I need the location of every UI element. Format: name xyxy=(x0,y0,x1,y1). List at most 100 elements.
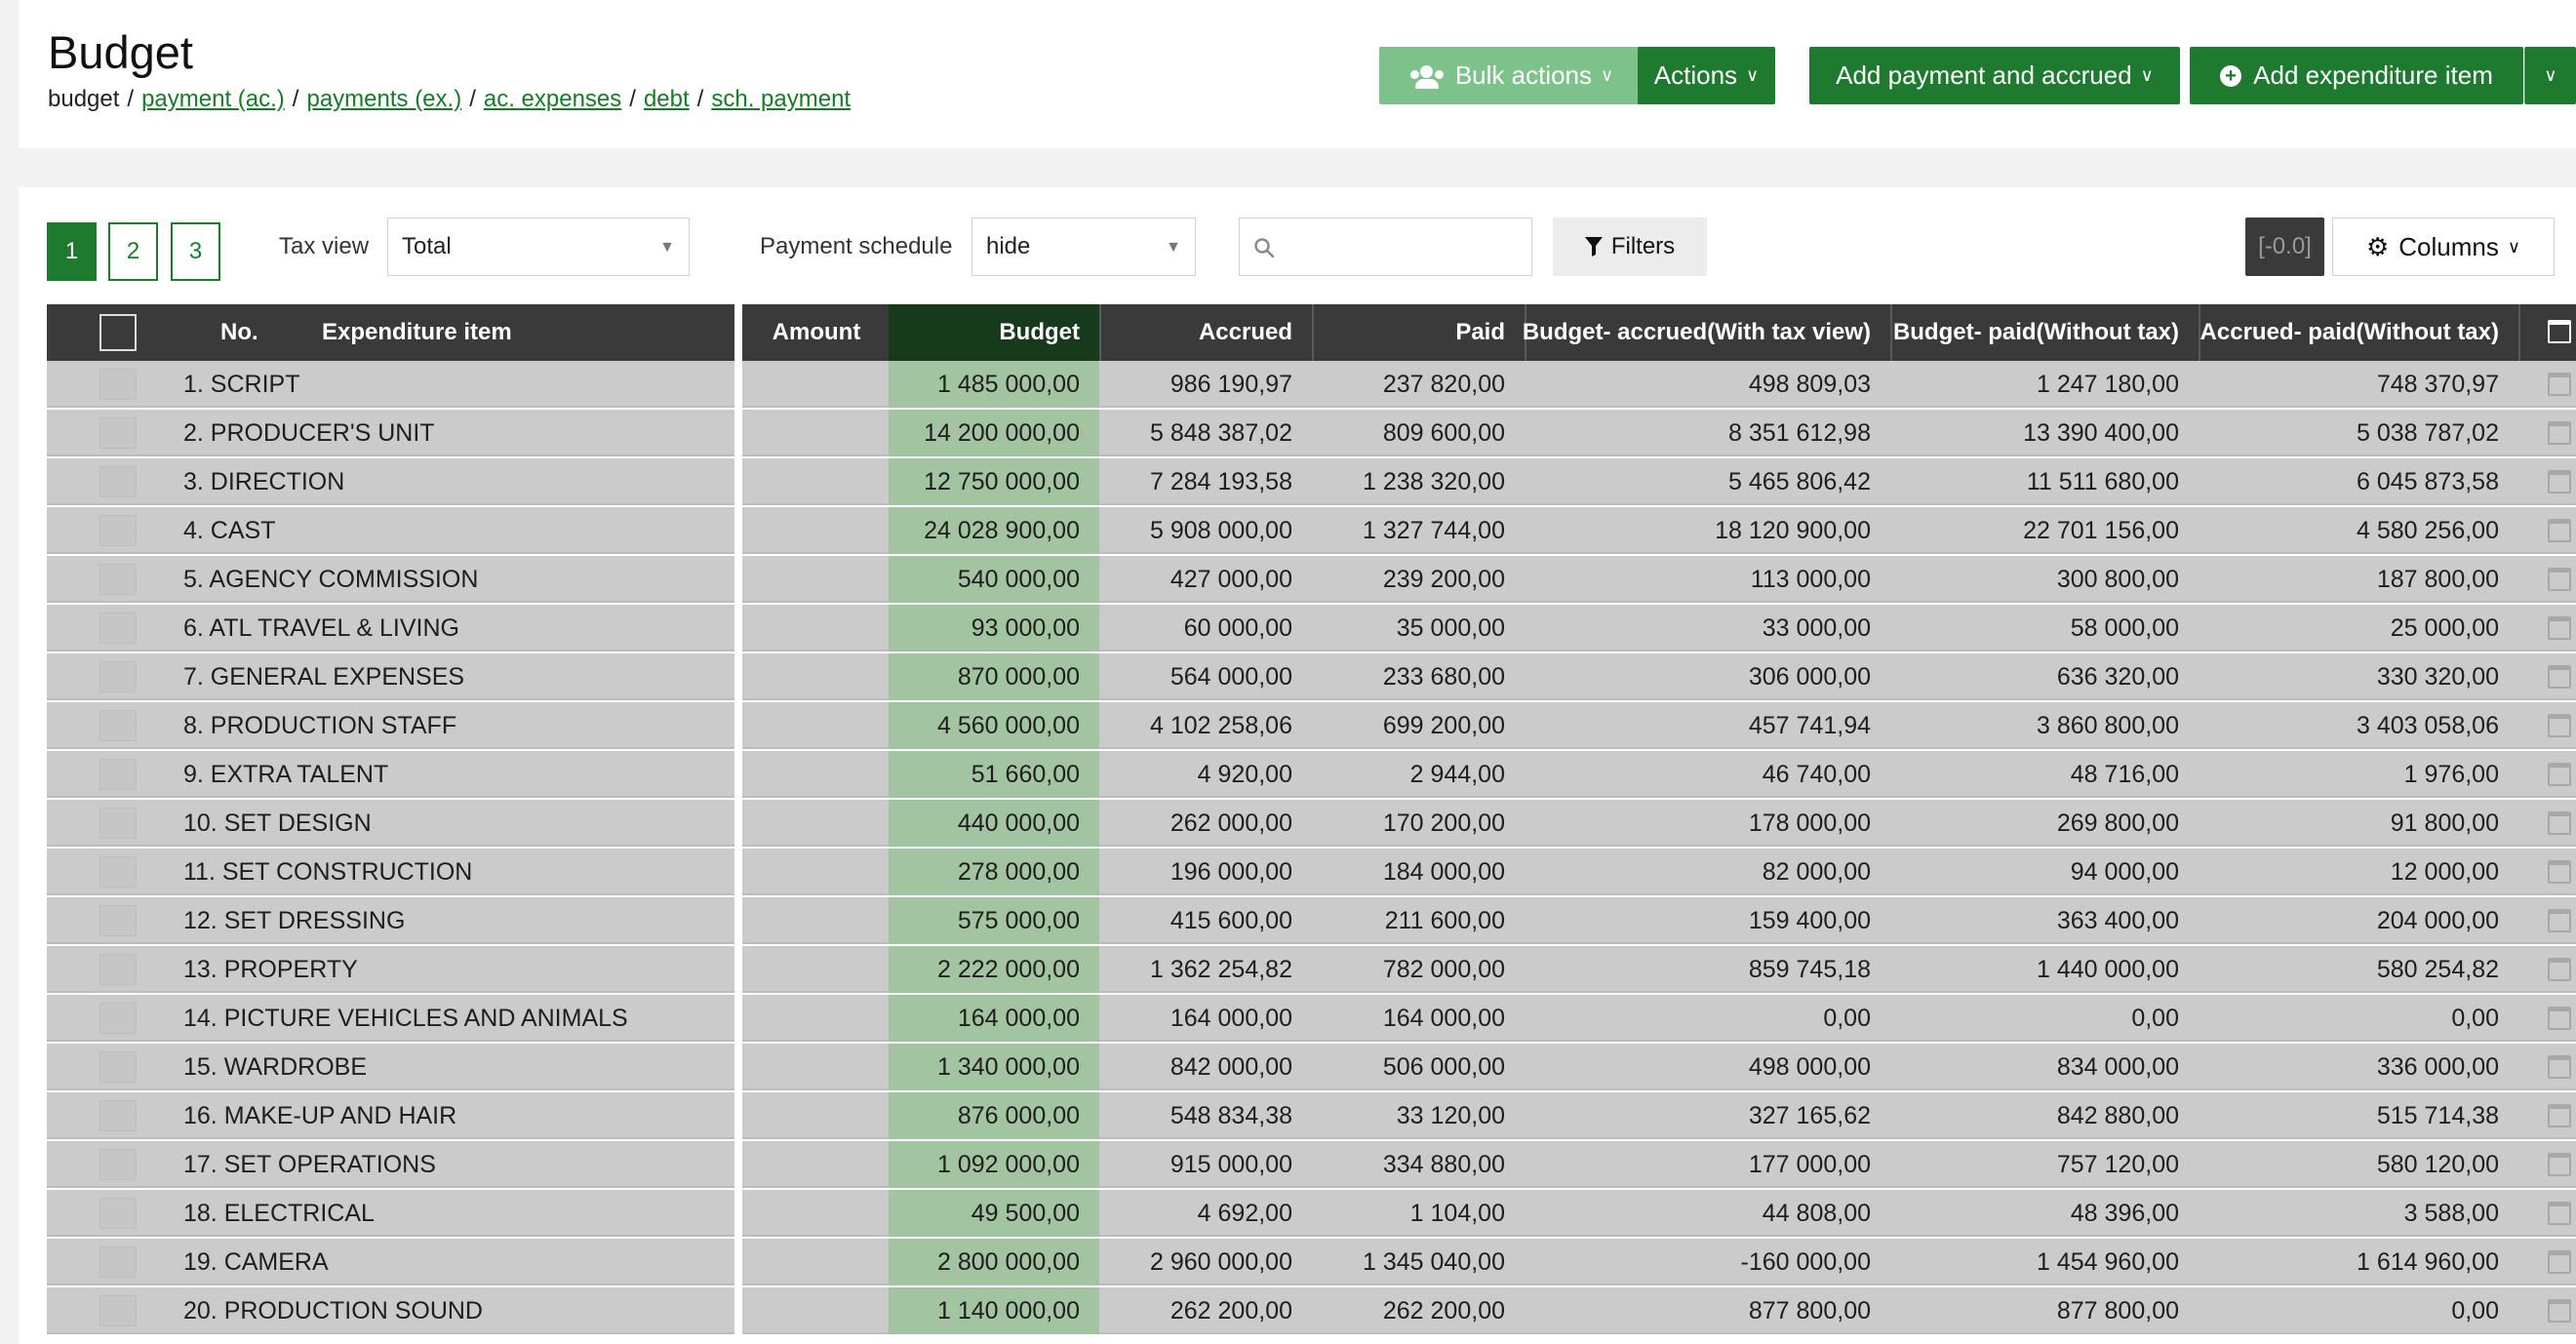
table-row[interactable]: 1. SCRIPT 1 485 000,00 986 190,97 237 820,0… xyxy=(47,361,2576,408)
table-row[interactable]: 9. EXTRA TALENT 51 660,00 4 920,00 2 944,00… xyxy=(47,751,2576,798)
column-header-expenditure-item[interactable]: Expenditure item xyxy=(322,304,512,361)
table-row[interactable]: 16. MAKE-UP AND HAIR 876 000,00 548 834,38… xyxy=(47,1092,2576,1139)
row-checkbox[interactable] xyxy=(99,1149,137,1180)
expenditure-item-cell[interactable]: 20. PRODUCTION SOUND xyxy=(174,1287,734,1334)
breadcrumb-link-payment-ac[interactable]: payment (ac.) xyxy=(141,86,285,112)
expenditure-item-cell[interactable]: 6. ATL TRAVEL & LIVING xyxy=(174,605,734,652)
row-checkbox[interactable] xyxy=(99,1003,137,1034)
calendar-icon[interactable] xyxy=(2548,1250,2571,1274)
filters-button[interactable]: Filters xyxy=(1553,217,1707,276)
expenditure-item-cell[interactable]: 4. CAST xyxy=(174,507,734,554)
table-row[interactable]: 12. SET DRESSING 575 000,00 415 600,00 211 … xyxy=(47,897,2576,944)
select-all-checkbox[interactable] xyxy=(99,314,137,351)
expenditure-item-cell[interactable]: 13. PROPERTY xyxy=(174,946,734,993)
row-checkbox[interactable] xyxy=(99,369,137,400)
calendar-icon[interactable] xyxy=(2548,958,2571,981)
page-button-2[interactable]: 2 xyxy=(108,222,158,281)
expenditure-item-cell[interactable]: 15. WARDROBE xyxy=(174,1044,734,1090)
row-checkbox[interactable] xyxy=(99,759,137,790)
table-row[interactable]: 2. PRODUCER'S UNIT 14 200 000,00 5 848 387… xyxy=(47,410,2576,456)
add-expenditure-item-button[interactable]: + Add expenditure item xyxy=(2190,47,2523,104)
row-checkbox[interactable] xyxy=(99,661,137,692)
calendar-icon[interactable] xyxy=(2548,320,2571,343)
expenditure-item-cell[interactable]: 1. SCRIPT xyxy=(174,361,734,408)
column-header-budget[interactable]: Budget xyxy=(889,304,1099,361)
page-button-3[interactable]: 3 xyxy=(171,222,220,281)
row-checkbox[interactable] xyxy=(99,613,137,644)
calendar-icon[interactable] xyxy=(2548,714,2571,737)
row-checkbox[interactable] xyxy=(99,466,137,497)
column-header-budget-accrued[interactable]: Budget- accrued(With tax view) xyxy=(1523,304,1890,361)
calendar-icon[interactable] xyxy=(2548,1007,2571,1030)
column-header-amount[interactable]: Amount xyxy=(746,304,887,361)
table-row[interactable]: 14. PICTURE VEHICLES AND ANIMALS 164 000,… xyxy=(47,995,2576,1042)
calendar-icon[interactable] xyxy=(2548,1299,2571,1323)
row-checkbox[interactable] xyxy=(99,856,137,888)
calendar-icon[interactable] xyxy=(2548,568,2571,591)
expenditure-item-cell[interactable]: 12. SET DRESSING xyxy=(174,897,734,944)
table-row[interactable]: 18. ELECTRICAL 49 500,00 4 692,00 1 104,00 4… xyxy=(47,1190,2576,1237)
column-header-paid[interactable]: Paid xyxy=(1314,304,1525,361)
calendar-icon[interactable] xyxy=(2548,665,2571,689)
calendar-icon[interactable] xyxy=(2548,421,2571,445)
bulk-actions-button[interactable]: Bulk actions ∨ xyxy=(1379,47,1645,104)
calendar-icon[interactable] xyxy=(2548,373,2571,396)
table-row[interactable]: 10. SET DESIGN 440 000,00 262 000,00 170 20… xyxy=(47,800,2576,847)
expenditure-item-cell[interactable]: 7. GENERAL EXPENSES xyxy=(174,653,734,700)
expenditure-item-cell[interactable]: 14. PICTURE VEHICLES AND ANIMALS xyxy=(174,995,734,1042)
expenditure-item-cell[interactable]: 2. PRODUCER'S UNIT xyxy=(174,410,734,456)
breadcrumb-link-ac-expenses[interactable]: ac. expenses xyxy=(484,86,621,112)
calendar-icon[interactable] xyxy=(2548,1055,2571,1079)
expenditure-item-cell[interactable]: 5. AGENCY COMMISSION xyxy=(174,556,734,603)
row-checkbox[interactable] xyxy=(99,1051,137,1083)
row-checkbox[interactable] xyxy=(99,1295,137,1326)
calendar-icon[interactable] xyxy=(2548,1153,2571,1176)
expenditure-item-cell[interactable]: 9. EXTRA TALENT xyxy=(174,751,734,798)
expenditure-item-cell[interactable]: 3. DIRECTION xyxy=(174,458,734,505)
expenditure-item-cell[interactable]: 19. CAMERA xyxy=(174,1239,734,1285)
columns-button[interactable]: ⚙ Columns ∨ xyxy=(2332,217,2555,276)
row-checkbox[interactable] xyxy=(99,417,137,449)
table-row[interactable]: 19. CAMERA 2 800 000,00 2 960 000,00 1 345 … xyxy=(47,1239,2576,1285)
calendar-icon[interactable] xyxy=(2548,519,2571,542)
row-checkbox[interactable] xyxy=(99,1100,137,1131)
table-row[interactable]: 4. CAST 24 028 900,00 5 908 000,00 1 327 74… xyxy=(47,507,2576,554)
row-checkbox[interactable] xyxy=(99,954,137,985)
calendar-icon[interactable] xyxy=(2548,616,2571,640)
calendar-icon[interactable] xyxy=(2548,860,2571,884)
breadcrumb-link-debt[interactable]: debt xyxy=(644,86,690,112)
table-row[interactable]: 11. SET CONSTRUCTION 278 000,00 196 000,00… xyxy=(47,849,2576,895)
row-checkbox[interactable] xyxy=(99,564,137,595)
table-row[interactable]: 5. AGENCY COMMISSION 540 000,00 427 000,00… xyxy=(47,556,2576,603)
column-header-accrued[interactable]: Accrued xyxy=(1101,304,1312,361)
tax-view-select[interactable]: Total ▼ xyxy=(387,217,690,276)
add-payment-and-accrued-button[interactable]: Add payment and accrued ∨ xyxy=(1809,47,2180,104)
zoom-button[interactable]: [-0.0] xyxy=(2245,217,2324,276)
table-row[interactable]: 20. PRODUCTION SOUND 1 140 000,00 262 200,… xyxy=(47,1287,2576,1334)
table-row[interactable]: 17. SET OPERATIONS 1 092 000,00 915 000,00… xyxy=(47,1141,2576,1188)
column-header-no[interactable]: No. xyxy=(220,304,258,361)
calendar-icon[interactable] xyxy=(2548,763,2571,786)
table-row[interactable]: 7. GENERAL EXPENSES 870 000,00 564 000,00 2… xyxy=(47,653,2576,700)
row-checkbox[interactable] xyxy=(99,710,137,741)
payment-schedule-select[interactable]: hide ▼ xyxy=(971,217,1196,276)
table-row[interactable]: 6. ATL TRAVEL & LIVING 93 000,00 60 000,00… xyxy=(47,605,2576,652)
expenditure-item-cell[interactable]: 10. SET DESIGN xyxy=(174,800,734,847)
table-row[interactable]: 13. PROPERTY 2 222 000,00 1 362 254,82 782 … xyxy=(47,946,2576,993)
table-row[interactable]: 3. DIRECTION 12 750 000,00 7 284 193,58 1 2… xyxy=(47,458,2576,505)
calendar-icon[interactable] xyxy=(2548,811,2571,835)
expenditure-item-cell[interactable]: 8. PRODUCTION STAFF xyxy=(174,702,734,749)
row-checkbox[interactable] xyxy=(99,1198,137,1229)
expenditure-item-cell[interactable]: 11. SET CONSTRUCTION xyxy=(174,849,734,895)
breadcrumb-link-payments-ex[interactable]: payments (ex.) xyxy=(306,86,461,112)
column-header-accrued-paid[interactable]: Accrued- paid(Without tax) xyxy=(2200,304,2518,361)
calendar-icon[interactable] xyxy=(2548,1104,2571,1127)
row-checkbox[interactable] xyxy=(99,1246,137,1278)
column-header-budget-paid[interactable]: Budget- paid(Without tax) xyxy=(1892,304,2199,361)
expenditure-item-cell[interactable]: 17. SET OPERATIONS xyxy=(174,1141,734,1188)
row-checkbox[interactable] xyxy=(99,515,137,546)
calendar-icon[interactable] xyxy=(2548,470,2571,494)
row-checkbox[interactable] xyxy=(99,905,137,936)
breadcrumb-link-sch-payment[interactable]: sch. payment xyxy=(711,86,851,112)
table-row[interactable]: 15. WARDROBE 1 340 000,00 842 000,00 506 00… xyxy=(47,1044,2576,1090)
